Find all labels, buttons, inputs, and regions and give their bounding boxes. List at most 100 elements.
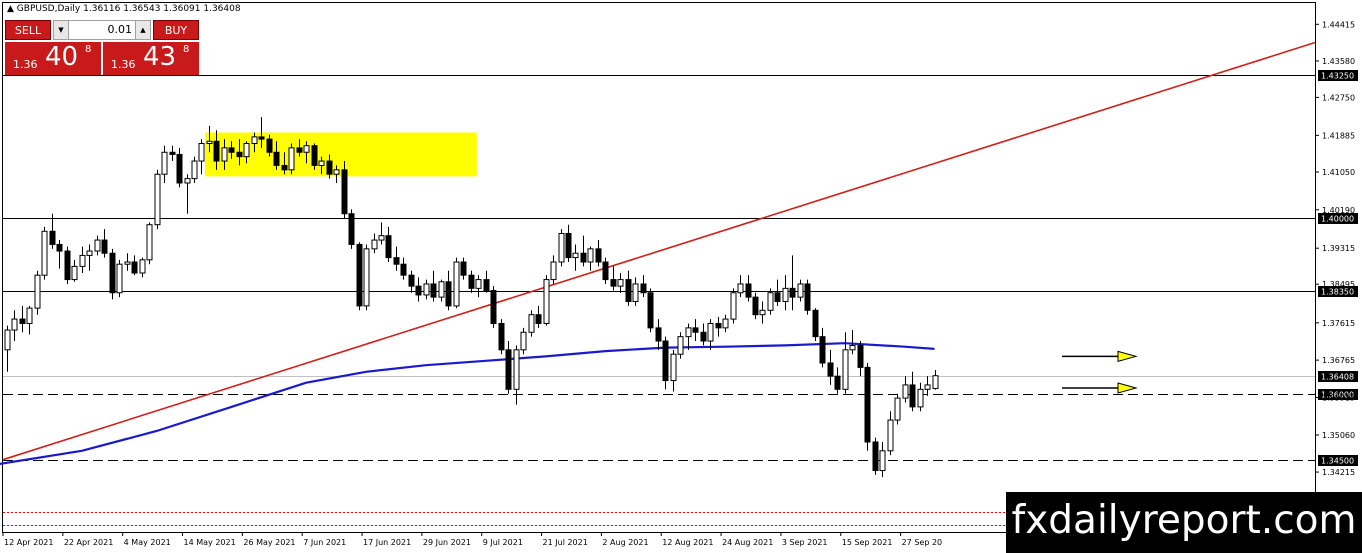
candle-body <box>505 349 512 390</box>
time-tick-label: 21 Jul 2021 <box>543 538 588 547</box>
buy-price-pips: 43 <box>143 42 177 72</box>
candle-body <box>789 287 796 298</box>
candle-body <box>176 153 183 184</box>
candle-body <box>371 239 378 250</box>
candle-body <box>64 250 71 281</box>
candle-body <box>520 331 527 351</box>
candle-body <box>101 239 108 254</box>
candle-body <box>423 283 430 296</box>
candle-body <box>385 235 392 259</box>
candle-body <box>393 257 400 265</box>
candle-body <box>139 259 146 274</box>
chart-frame <box>2 2 1316 533</box>
time-tick-label: 14 May 2021 <box>184 538 236 547</box>
buy-button[interactable]: BUY <box>153 20 199 40</box>
candle-body <box>86 250 93 256</box>
candle-body <box>154 173 161 226</box>
candle-body <box>625 279 632 303</box>
price-tick-label: 1.43580 <box>1322 57 1355 66</box>
candle-body <box>932 375 939 389</box>
candle-body <box>430 283 437 298</box>
price-tick-label: 1.42750 <box>1322 93 1355 102</box>
price-tick-label: 1.35915 <box>1322 393 1355 402</box>
sell-price-pips: 40 <box>45 42 79 72</box>
candle-body <box>767 292 774 311</box>
candle-body <box>266 138 273 153</box>
collapse-triangle-icon[interactable]: ▲ <box>7 4 14 14</box>
time-axis[interactable]: 12 Apr 2021 22 Apr 2021 4 May 2021 14 May 2… <box>2 532 943 547</box>
sell-price-display[interactable]: 1.36 40 8 <box>5 42 101 75</box>
candle-body <box>722 318 729 329</box>
buy-price-display[interactable]: 1.36 43 8 <box>103 42 199 75</box>
candle-body <box>797 283 804 298</box>
candle-body <box>819 336 826 364</box>
candle-body <box>535 314 542 324</box>
candle-body <box>131 261 138 274</box>
candle-body <box>670 353 677 382</box>
candle-body <box>468 274 475 289</box>
candle-body <box>49 230 56 245</box>
candle-body <box>655 327 662 342</box>
candle-body <box>363 248 370 307</box>
candle-body <box>400 263 407 276</box>
candle-body <box>348 213 355 245</box>
lot-increase-button[interactable]: ▲ <box>135 21 150 39</box>
candle-body <box>56 243 63 252</box>
candle-body <box>296 147 303 153</box>
candle-body <box>917 388 924 408</box>
candle-body <box>445 281 452 307</box>
candle-body <box>71 265 78 281</box>
candle-body <box>804 283 811 311</box>
lot-size-input[interactable]: 0.01 <box>70 21 134 39</box>
candle-body <box>677 336 684 355</box>
candle-body <box>303 145 310 153</box>
candle-body <box>715 322 722 329</box>
candle-body <box>610 279 617 287</box>
candle-body <box>759 309 766 316</box>
price-tick-label: 1.44415 <box>1322 20 1355 29</box>
price-axis[interactable]: 1.432501.400001.383501.364081.360001.345… <box>1315 20 1358 531</box>
candle-body <box>4 329 11 351</box>
time-tick-label: 7 Jun 2021 <box>303 538 346 547</box>
candle-body <box>318 160 325 166</box>
candle-body <box>161 151 168 175</box>
candle-body <box>228 147 235 153</box>
lot-decrease-button[interactable]: ▼ <box>54 21 69 39</box>
buy-price-prefix: 1.36 <box>111 58 136 71</box>
ohlc-values: 1.36116 1.36543 1.36091 1.36408 <box>83 4 241 14</box>
candle-body <box>894 397 901 421</box>
candle-body <box>41 230 48 276</box>
candle-body <box>483 279 490 292</box>
candle-body <box>640 283 647 294</box>
candle-body <box>11 318 18 331</box>
buy-price-fraction: 8 <box>183 44 190 55</box>
time-tick-label: 27 Sep 20 <box>902 538 943 547</box>
candle-body <box>685 327 692 338</box>
candle-body <box>169 151 176 155</box>
candle-body <box>812 309 819 338</box>
time-tick-label: 3 Sep 2021 <box>782 538 828 547</box>
price-tick-label: 1.34215 <box>1322 468 1355 477</box>
candle-body <box>79 254 86 267</box>
candle-body <box>333 169 340 175</box>
level-price-label: 1.36408 <box>1321 373 1354 382</box>
price-tick-label: 1.40190 <box>1322 206 1355 215</box>
candle-body <box>842 349 849 390</box>
candle-body <box>834 375 841 390</box>
candle-body <box>879 450 886 472</box>
lot-size-box: ▼ 0.01 ▲ <box>53 20 151 40</box>
candle-body <box>737 283 744 294</box>
candle-body <box>572 252 579 259</box>
candle-body <box>909 384 916 408</box>
candle-body <box>887 419 894 452</box>
candle-body <box>587 248 594 263</box>
candle-body <box>745 283 752 298</box>
price-chart[interactable]: 1.432501.400001.383501.364081.360001.345… <box>0 0 1362 553</box>
candle-body <box>258 136 265 140</box>
sell-button[interactable]: SELL <box>5 20 51 40</box>
candle-body <box>902 384 909 399</box>
candle-body <box>326 160 333 175</box>
symbol-info: GBPUSD,Daily <box>16 4 81 14</box>
candle-body <box>849 344 856 351</box>
candle-body <box>647 292 654 329</box>
